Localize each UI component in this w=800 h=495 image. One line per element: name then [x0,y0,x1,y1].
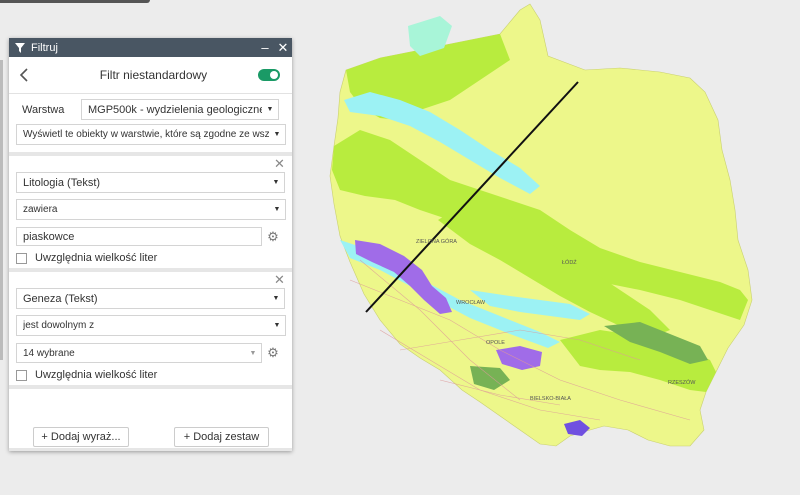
layer-label: Warstwa [22,104,65,116]
field-select-1[interactable]: Litologia (Tekst) ▼ [16,172,285,193]
gear-icon[interactable]: ⚙ [266,345,280,360]
caret-down-icon: ▼ [249,349,257,357]
filter-enabled-toggle[interactable] [258,69,280,81]
panel-header: Filtruj – ✕ [9,38,292,57]
panel-title: Filtruj [31,41,58,54]
section-separator [9,152,292,156]
case-sensitive-checkbox-2[interactable] [16,369,27,381]
add-expression-button[interactable]: + Dodaj wyraż... [33,427,129,447]
operator-select-2[interactable]: jest dowolnym z ▼ [16,315,286,336]
left-edge-strip [0,60,3,360]
close-panel-button[interactable]: ✕ [274,40,292,56]
caret-down-icon: ▼ [272,295,280,302]
panel-bottom-border [9,448,292,451]
caret-down-icon: ▼ [273,322,281,329]
remove-expression-1-button[interactable]: ✕ [274,156,285,172]
city-label-rzeszow: RZESZÓW [668,379,696,386]
operator-select-2-value: jest dowolnym z [23,320,95,331]
filter-icon [9,42,31,53]
case-sensitive-label-1: Uwzględnia wielkość liter [35,252,158,264]
remove-expression-2-button[interactable]: ✕ [274,272,285,288]
filter-panel: Filtruj – ✕ Filtr niestandardowy Warstwa… [9,38,292,451]
filter-title: Filtr niestandardowy [99,68,208,82]
city-label-lodz: ŁÓDŹ [562,259,577,266]
caret-down-icon: ▼ [266,106,274,113]
caret-down-icon: ▼ [272,179,280,186]
layer-select[interactable]: MGP500k - wydzielenia geologiczne... ▼ [81,99,279,120]
minimize-button[interactable]: – [256,40,274,55]
value-multiselect-2[interactable]: 14 wybrane ▼ [16,343,262,363]
case-sensitive-row-2: Uwzględnia wielkość liter [16,369,157,381]
chevron-left-icon[interactable] [9,68,39,82]
match-mode-select[interactable]: Wyświetl te obiekty w warstwie, które są… [16,124,286,145]
city-label-bielsko: BIELSKO-BIAŁA [530,396,571,402]
city-label-zielona-gora: ZIELONA GÓRA [416,238,457,245]
match-mode-value: Wyświetl te obiekty w warstwie, które są… [23,129,269,140]
case-sensitive-label-2: Uwzględnia wielkość liter [35,369,158,381]
top-toolbar-fragment [0,0,150,3]
value-multiselect-2-value: 14 wybrane [23,347,75,359]
section-separator [9,268,292,272]
value-input-1[interactable]: piaskowce [16,227,262,246]
caret-down-icon: ▼ [273,206,281,213]
section-separator [9,385,292,389]
case-sensitive-checkbox-1[interactable] [16,252,27,264]
operator-select-1[interactable]: zawiera ▼ [16,199,286,220]
caret-down-icon: ▼ [273,131,281,138]
city-label-wroclaw: WROCŁAW [456,300,486,306]
operator-select-1-value: zawiera [23,204,58,215]
gear-icon[interactable]: ⚙ [266,229,280,244]
add-set-button[interactable]: + Dodaj zestaw [174,427,269,447]
city-label-opole: OPOLE [486,340,505,346]
field-select-2[interactable]: Geneza (Tekst) ▼ [16,288,285,309]
field-select-1-value: Litologia (Tekst) [23,176,101,189]
filter-subheader: Filtr niestandardowy [9,57,292,94]
case-sensitive-row-1: Uwzględnia wielkość liter [16,252,157,264]
field-select-2-value: Geneza (Tekst) [23,292,98,305]
toggle-knob [270,71,278,79]
layer-select-value: MGP500k - wydzielenia geologiczne... [88,103,262,116]
